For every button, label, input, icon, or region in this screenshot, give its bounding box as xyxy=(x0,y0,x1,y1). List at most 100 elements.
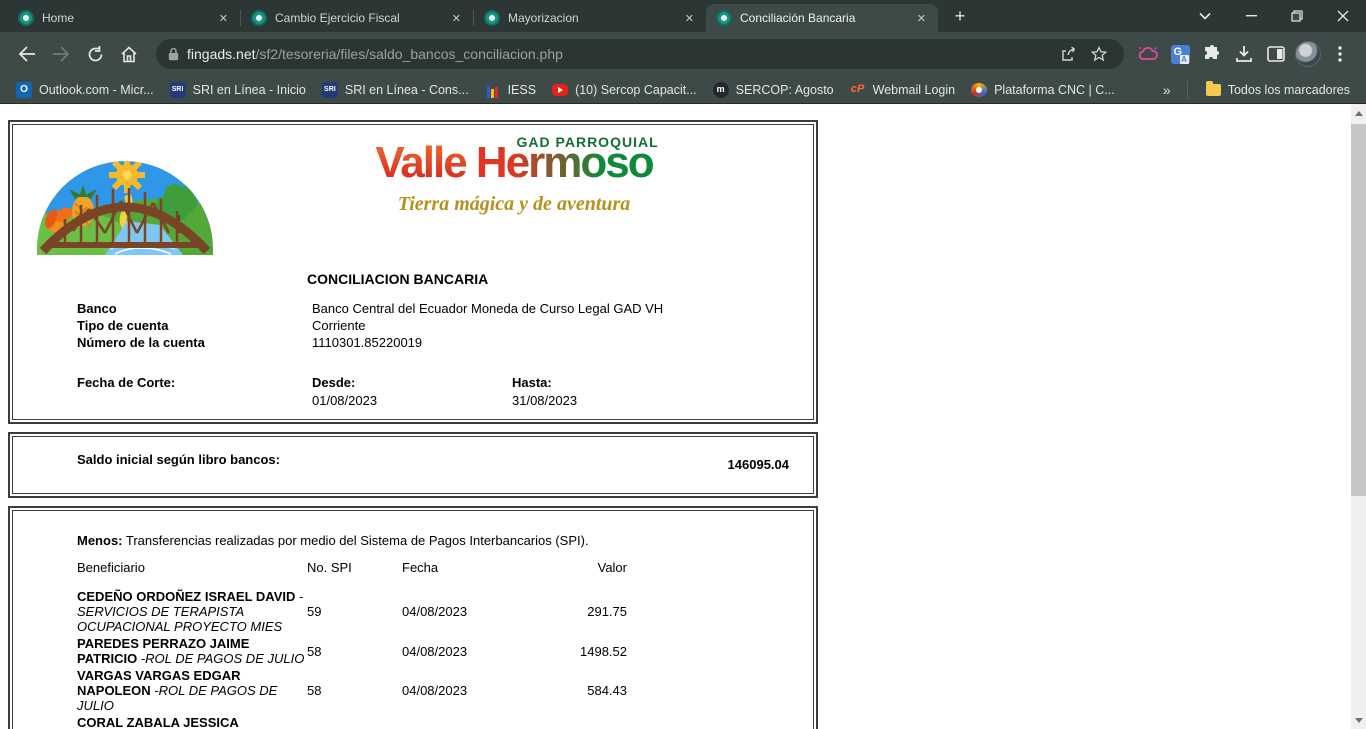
browser-toolbar: fingads.net/sf2/tesoreria/files/saldo_ba… xyxy=(0,32,1366,76)
spi-numero: 58 xyxy=(307,666,402,713)
sri-icon: SRI xyxy=(170,82,186,98)
logo-wordmark: Valle Hermoso GAD PARROQUIAL Tierra mági… xyxy=(319,141,709,216)
sercop-icon: m xyxy=(713,82,729,98)
bookmark-star-icon[interactable] xyxy=(1084,41,1114,67)
report-title: CONCILIACION BANCARIA xyxy=(307,271,488,287)
bookmark-outlook-com-micr[interactable]: O Outlook.com - Micr... xyxy=(8,79,162,101)
tab-strip: Home✕Cambio Ejercicio Fiscal✕Mayorizacio… xyxy=(0,0,1366,32)
scrollbar-thumb[interactable] xyxy=(1351,124,1366,496)
back-button[interactable] xyxy=(10,37,44,71)
desde-label: Desde: xyxy=(312,375,355,390)
numero-cuenta-label: Número de la cuenta xyxy=(77,335,205,350)
report-header-box: Valle Hermoso GAD PARROQUIAL Tierra mági… xyxy=(8,120,818,424)
downloads-icon[interactable] xyxy=(1228,37,1260,71)
all-bookmarks-label: Todos los marcadores xyxy=(1228,83,1350,97)
hasta-label: Hasta: xyxy=(512,375,552,390)
tipo-cuenta-label: Tipo de cuenta xyxy=(77,318,169,333)
tab-home[interactable]: Home ✕ xyxy=(8,4,240,32)
bookmark-label: Outlook.com - Micr... xyxy=(39,83,154,97)
tab-close-icon[interactable]: ✕ xyxy=(913,10,930,27)
logo-tagline: Tierra mágica y de aventura xyxy=(319,193,709,216)
url-path: /sf2/tesoreria/files/saldo_bancos_concil… xyxy=(256,46,563,62)
gad-valle-hermoso-logo xyxy=(35,137,215,255)
cpanel-icon: cP xyxy=(850,82,866,98)
tab-search-chevron-icon[interactable] xyxy=(1182,0,1228,32)
lock-icon xyxy=(168,47,179,61)
tab-mayorizacion[interactable]: Mayorizacion ✕ xyxy=(474,4,706,32)
iess-icon xyxy=(485,82,501,98)
folder-icon xyxy=(1206,84,1221,96)
spi-fecha: 04/08/2023 xyxy=(402,634,560,666)
saldo-inicial-value: 146095.04 xyxy=(728,457,789,472)
bookmark-10-sercop-capacit[interactable]: (10) Sercop Capacit... xyxy=(544,80,705,100)
banco-value: Banco Central del Ecuador Moneda de Curs… xyxy=(312,301,663,316)
spi-numero xyxy=(307,713,402,729)
spi-table-row: CEDEÑO ORDOÑEZ ISRAEL DAVID -SERVICIOS D… xyxy=(77,589,627,634)
browser-menu-icon[interactable] xyxy=(1324,37,1356,71)
bookmark-label: (10) Sercop Capacit... xyxy=(575,83,697,97)
bookmark-iess[interactable]: IESS xyxy=(477,79,545,101)
tab-title: Home xyxy=(42,11,207,25)
bookmark-label: SRI en Línea - Inicio xyxy=(193,83,306,97)
extension-translate-icon[interactable]: G A xyxy=(1164,37,1196,71)
url-text: fingads.net/sf2/tesoreria/files/saldo_ba… xyxy=(187,46,1054,62)
spi-fecha: 04/08/2023 xyxy=(402,589,560,634)
tab-close-icon[interactable]: ✕ xyxy=(448,10,465,27)
desde-value: 01/08/2023 xyxy=(312,393,377,408)
forward-button[interactable] xyxy=(44,37,78,71)
tab-close-icon[interactable]: ✕ xyxy=(681,10,698,27)
spi-valor: 1498.52 xyxy=(560,634,627,666)
tab-cambio-ejercicio-fiscal[interactable]: Cambio Ejercicio Fiscal ✕ xyxy=(241,4,473,32)
spi-fecha xyxy=(402,713,560,729)
extension-cloud-icon[interactable] xyxy=(1132,37,1164,71)
tab-close-icon[interactable]: ✕ xyxy=(215,10,232,27)
bookmark-sri-en-li-nea-cons[interactable]: SRISRI en Línea - Cons... xyxy=(314,79,477,101)
url-domain: fingads.net xyxy=(187,46,256,62)
reload-button[interactable] xyxy=(78,37,112,71)
bookmark-webmail-login[interactable]: cPWebmail Login xyxy=(842,79,963,101)
extensions-puzzle-icon[interactable] xyxy=(1196,37,1228,71)
saldo-inicial-box: Saldo inicial según libro bancos: 146095… xyxy=(8,432,818,498)
spi-table: CEDEÑO ORDOÑEZ ISRAEL DAVID -SERVICIOS D… xyxy=(77,589,627,729)
close-window-button[interactable] xyxy=(1320,0,1366,32)
logo-text-valle: Valle xyxy=(375,138,476,187)
spi-numero: 59 xyxy=(307,589,402,634)
new-tab-button[interactable]: + xyxy=(946,2,974,30)
tab-title: Mayorizacion xyxy=(508,11,673,25)
tab-title: Conciliación Bancaria xyxy=(740,11,905,25)
tab-conciliacio-n-bancaria[interactable]: Conciliación Bancaria ✕ xyxy=(706,4,938,32)
col-beneficiario: Beneficiario xyxy=(77,560,307,575)
spi-table-row: CORAL ZABALA JESSICA KATHERINE -SERVICIO… xyxy=(77,713,627,729)
bookmark-label: IESS xyxy=(508,83,537,97)
bookmark-sri-en-li-nea-inicio[interactable]: SRI SRI en Línea - Inicio xyxy=(162,79,314,101)
restore-button[interactable] xyxy=(1274,0,1320,32)
side-panel-icon[interactable] xyxy=(1260,37,1292,71)
spi-table-header: Beneficiario No. SPI Fecha Valor xyxy=(77,560,627,575)
spi-valor: 291.75 xyxy=(560,589,627,634)
page-scrollbar[interactable] xyxy=(1351,104,1366,729)
spi-valor xyxy=(560,713,627,729)
minimize-button[interactable] xyxy=(1228,0,1274,32)
url-bar[interactable]: fingads.net/sf2/tesoreria/files/saldo_ba… xyxy=(156,39,1124,69)
scroll-up-icon[interactable] xyxy=(1351,105,1366,121)
bookmark-sercop-agosto[interactable]: m SERCOP: Agosto xyxy=(705,79,842,101)
hasta-value: 31/08/2023 xyxy=(512,393,577,408)
home-button[interactable] xyxy=(112,37,146,71)
fecha-corte-label: Fecha de Corte: xyxy=(77,375,175,390)
youtube-icon xyxy=(552,84,568,96)
bookmark-label: SERCOP: Agosto xyxy=(736,83,834,97)
scroll-down-icon[interactable] xyxy=(1351,712,1366,728)
banco-label: Banco xyxy=(77,301,117,316)
col-valor: Valor xyxy=(560,560,627,575)
outlook-icon: O xyxy=(16,82,32,98)
col-no-spi: No. SPI xyxy=(307,560,402,575)
page-content: Valle Hermoso GAD PARROQUIAL Tierra mági… xyxy=(0,104,1366,729)
bookmark-plataforma-cnc-c[interactable]: Plataforma CNC | C... xyxy=(963,80,1123,100)
profile-avatar[interactable] xyxy=(1292,37,1324,71)
tab-title: Cambio Ejercicio Fiscal xyxy=(275,11,440,25)
window-controls xyxy=(1182,0,1366,32)
all-bookmarks-button[interactable]: Todos los marcadores xyxy=(1198,80,1358,100)
share-icon[interactable] xyxy=(1054,41,1084,67)
bookmarks-overflow-chevron[interactable]: » xyxy=(1157,82,1177,98)
spi-table-row: VARGAS VARGAS EDGAR NAPOLEON -ROL DE PAG… xyxy=(77,666,627,713)
